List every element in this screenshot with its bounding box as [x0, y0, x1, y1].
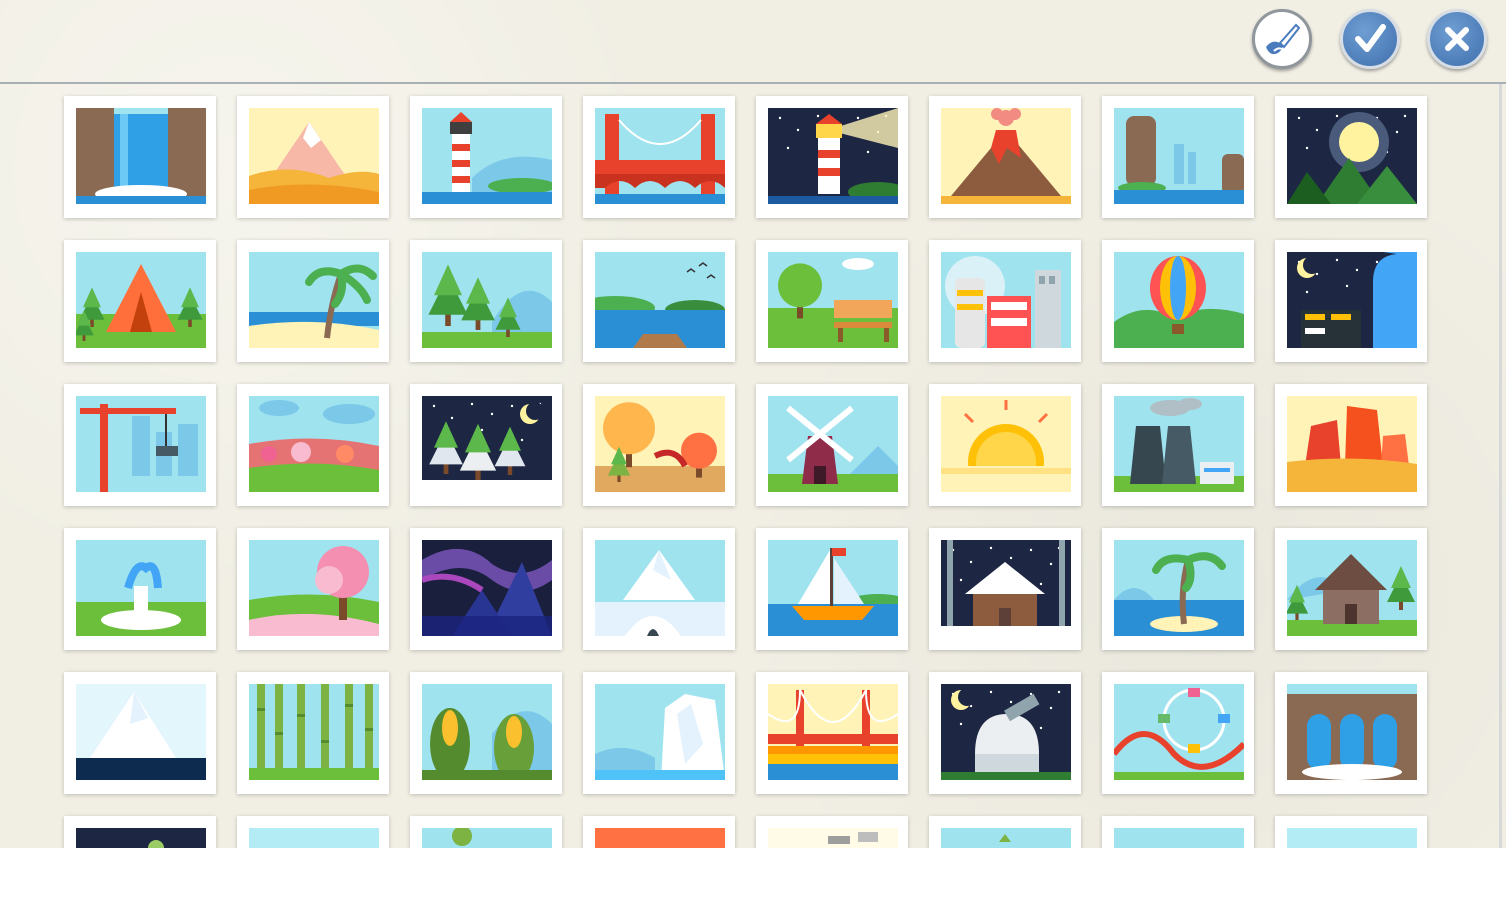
- snowy-forest-icon: [422, 396, 552, 492]
- scene-thumbnail[interactable]: [410, 672, 562, 794]
- corn-field-icon: [422, 684, 552, 780]
- scene-thumbnail[interactable]: [756, 528, 908, 650]
- scene-thumbnail[interactable]: [410, 96, 562, 218]
- scene-thumbnail[interactable]: [64, 240, 216, 362]
- scene-thumbnail[interactable]: [64, 816, 216, 848]
- hillside-icon: [422, 828, 552, 848]
- scene-thumbnail[interactable]: [1102, 672, 1254, 794]
- scene-thumbnail[interactable]: [237, 816, 389, 848]
- forest-cabin-icon: [1287, 540, 1417, 636]
- scene-thumbnail[interactable]: [583, 528, 735, 650]
- scene-thumbnail[interactable]: [1102, 96, 1254, 218]
- rock-cliffs-icon: [1114, 108, 1244, 204]
- scene-thumbnail[interactable]: [237, 672, 389, 794]
- scene-thumbnail[interactable]: [237, 96, 389, 218]
- scene-thumbnail[interactable]: [1275, 672, 1427, 794]
- crane-city-icon: [76, 396, 206, 492]
- lighthouse-icon: [422, 108, 552, 204]
- sailboat-icon: [768, 540, 898, 636]
- scene-thumbnail[interactable]: [929, 528, 1081, 650]
- scene-thumbnail[interactable]: [1102, 384, 1254, 506]
- scene-thumbnail[interactable]: [1102, 816, 1254, 848]
- scene-thumbnail[interactable]: [237, 240, 389, 362]
- factory-icon: [1114, 396, 1244, 492]
- scene-thumbnail[interactable]: [583, 96, 735, 218]
- amusement-park-icon: [1114, 684, 1244, 780]
- scene-thumbnail[interactable]: [756, 384, 908, 506]
- flower-field-icon: [249, 396, 379, 492]
- autumn-trees-icon: [595, 396, 725, 492]
- scene-thumbnail[interactable]: [929, 816, 1081, 848]
- scene-grid: [0, 0, 1506, 848]
- scene-thumbnail[interactable]: [929, 672, 1081, 794]
- moon-night-icon: [1287, 108, 1417, 204]
- scene-thumbnail[interactable]: [756, 240, 908, 362]
- app-window: [0, 0, 1506, 848]
- scene-thumbnail[interactable]: [1275, 240, 1427, 362]
- scene-thumbnail[interactable]: [410, 816, 562, 848]
- scene-thumbnail[interactable]: [410, 240, 562, 362]
- palm-beach-icon: [249, 252, 379, 348]
- lighthouse-night-icon: [768, 108, 898, 204]
- seaside-icon: [249, 828, 379, 848]
- meadow-icon: [1287, 828, 1417, 848]
- scene-thumbnail[interactable]: [756, 672, 908, 794]
- night-garden-icon: [76, 828, 206, 848]
- scene-thumbnail[interactable]: [929, 96, 1081, 218]
- red-canyon-icon: [1287, 396, 1417, 492]
- scene-thumbnail[interactable]: [64, 528, 216, 650]
- lake-pier-icon: [595, 252, 725, 348]
- scene-thumbnail[interactable]: [64, 672, 216, 794]
- scene-thumbnail[interactable]: [929, 384, 1081, 506]
- fountain-icon: [76, 540, 206, 636]
- city-buildings-icon: [941, 252, 1071, 348]
- scene-thumbnail[interactable]: [1275, 384, 1427, 506]
- pine-forest-icon: [422, 252, 552, 348]
- aurora-icon: [422, 540, 552, 636]
- park-bench-icon: [768, 252, 898, 348]
- scene-thumbnail[interactable]: [583, 672, 735, 794]
- scene-thumbnail[interactable]: [410, 384, 562, 506]
- red-bridge-icon: [595, 108, 725, 204]
- scene-thumbnail[interactable]: [64, 96, 216, 218]
- scene-thumbnail[interactable]: [1102, 528, 1254, 650]
- iceberg-icon: [76, 684, 206, 780]
- scene-thumbnail[interactable]: [237, 384, 389, 506]
- glacier-icon: [595, 684, 725, 780]
- scene-thumbnail[interactable]: [1275, 96, 1427, 218]
- scene-thumbnail[interactable]: [1275, 528, 1427, 650]
- cherry-blossom-icon: [249, 540, 379, 636]
- scene-thumbnail[interactable]: [583, 816, 735, 848]
- night-city-icon: [1287, 252, 1417, 348]
- scene-thumbnail[interactable]: [929, 240, 1081, 362]
- bamboo-forest-icon: [249, 684, 379, 780]
- observatory-icon: [941, 684, 1071, 780]
- scene-thumbnail[interactable]: [1275, 816, 1427, 848]
- scene-thumbnail[interactable]: [410, 528, 562, 650]
- scene-thumbnail[interactable]: [756, 96, 908, 218]
- camping-tent-icon: [76, 252, 206, 348]
- desert-dunes-icon: [249, 108, 379, 204]
- sunrise-icon: [941, 396, 1071, 492]
- green-hill-icon: [941, 828, 1071, 848]
- golden-gate-bridge-icon: [768, 684, 898, 780]
- scene-thumbnail[interactable]: [237, 528, 389, 650]
- scene-thumbnail[interactable]: [1102, 240, 1254, 362]
- scene-thumbnail[interactable]: [64, 384, 216, 506]
- orange-wall-icon: [595, 828, 725, 848]
- scene-thumbnail[interactable]: [583, 240, 735, 362]
- scene-thumbnail[interactable]: [756, 816, 908, 848]
- palm-island-icon: [1114, 540, 1244, 636]
- windmill-icon: [768, 396, 898, 492]
- train-station-icon: [768, 828, 898, 848]
- winter-cabin-icon: [941, 540, 1071, 636]
- sky-icon: [1114, 828, 1244, 848]
- waterfall-icon: [76, 108, 206, 204]
- ancient-gate-icon: [1287, 684, 1417, 780]
- scene-thumbnail[interactable]: [583, 384, 735, 506]
- hot-air-balloon-icon: [1114, 252, 1244, 348]
- volcano-icon: [941, 108, 1071, 204]
- igloo-icon: [595, 540, 725, 636]
